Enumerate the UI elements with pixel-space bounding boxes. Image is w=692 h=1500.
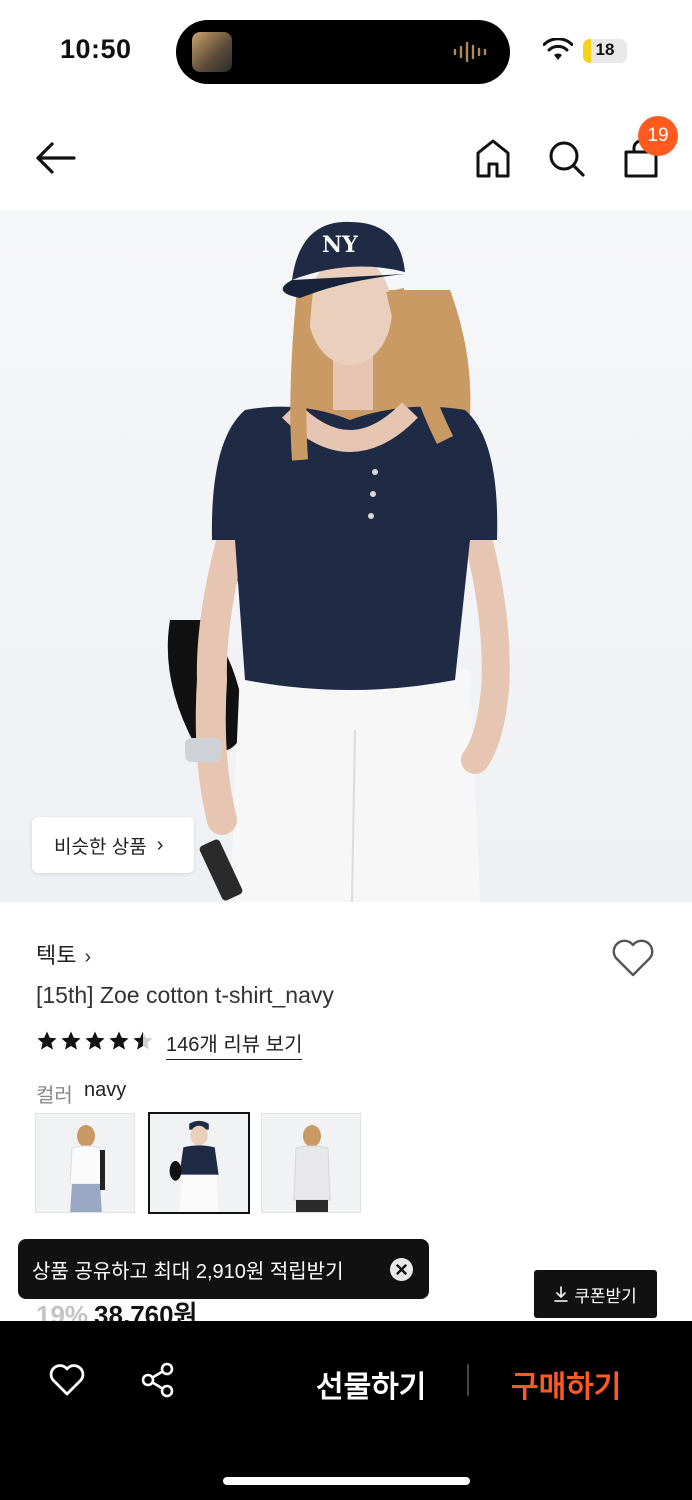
coupon-button[interactable]: 쿠폰받기: [534, 1270, 657, 1318]
product-image[interactable]: NY 비슷한 상품 ›: [0, 210, 692, 902]
review-link[interactable]: 146개 리뷰 보기: [166, 1028, 303, 1060]
battery-level: 18: [595, 40, 615, 59]
toast-close-button[interactable]: [390, 1258, 413, 1281]
bottom-divider: [467, 1364, 469, 1396]
product-title: [15th] Zoe cotton t-shirt_navy: [36, 982, 334, 1008]
bottom-heart-icon[interactable]: [48, 1362, 86, 1398]
similar-products-label: 비슷한 상품: [54, 836, 147, 858]
color-swatch-light[interactable]: [261, 1113, 361, 1213]
home-icon[interactable]: [473, 136, 513, 180]
buy-button[interactable]: 구매하기: [511, 1362, 621, 1406]
gift-button[interactable]: 선물하기: [316, 1362, 426, 1406]
search-icon[interactable]: [546, 136, 586, 180]
brand-name: 텍토: [36, 943, 77, 968]
star-icon: [132, 1030, 154, 1052]
download-icon: [554, 1286, 569, 1302]
model-photo-illustration: NY: [0, 210, 692, 902]
back-arrow-icon[interactable]: [30, 138, 80, 178]
swatch-thumbnail: [150, 1114, 248, 1212]
audio-wave-icon: [453, 41, 487, 63]
battery-indicator: 18: [583, 39, 627, 63]
rating-stars: [36, 1030, 154, 1052]
star-icon: [36, 1030, 58, 1052]
status-bar: 10:50 18: [0, 0, 692, 100]
wishlist-heart-icon[interactable]: [610, 937, 656, 979]
star-icon: [108, 1030, 130, 1052]
dynamic-island[interactable]: [176, 20, 510, 84]
brand-link[interactable]: 텍토 ›: [36, 938, 91, 970]
share-icon[interactable]: [140, 1362, 176, 1398]
home-indicator[interactable]: [223, 1477, 470, 1485]
star-icon: [60, 1030, 82, 1052]
coupon-label: 쿠폰받기: [574, 1286, 637, 1306]
bottom-action-bar: [0, 1321, 692, 1500]
now-playing-artwork: [192, 32, 232, 72]
svg-text:NY: NY: [322, 232, 358, 258]
color-swatch-navy[interactable]: [148, 1112, 250, 1214]
swatch-thumbnail: [36, 1114, 134, 1212]
swatch-thumbnail: [262, 1114, 360, 1212]
share-reward-toast[interactable]: 상품 공유하고 최대 2,910원 적립받기: [18, 1239, 429, 1299]
chevron-right-icon: ›: [156, 833, 164, 856]
color-value: navy: [84, 1079, 127, 1101]
status-time: 10:50: [60, 34, 132, 64]
similar-products-button[interactable]: 비슷한 상품 ›: [32, 817, 194, 873]
toast-text: 상품 공유하고 최대 2,910원 적립받기: [32, 1260, 344, 1283]
cart-count-badge: 19: [638, 116, 678, 156]
chevron-right-icon: ›: [84, 946, 92, 968]
color-swatch-white[interactable]: [35, 1113, 135, 1213]
star-icon: [84, 1030, 106, 1052]
wifi-icon: [543, 38, 573, 60]
close-icon: [396, 1264, 407, 1275]
color-label: 컬러: [36, 1085, 73, 1107]
